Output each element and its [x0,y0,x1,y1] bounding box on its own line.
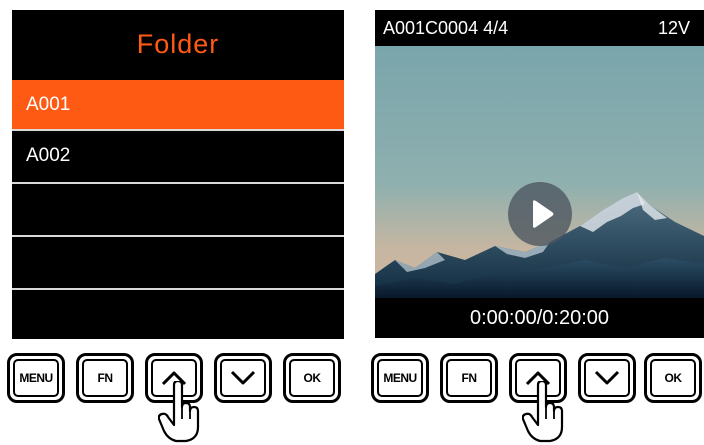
fn-button[interactable]: FN [76,353,134,403]
ok-button[interactable]: OK [283,353,341,403]
down-button[interactable] [578,353,636,403]
hand-pointer-icon [158,381,200,443]
play-icon [533,200,554,228]
mountain-landscape-image [375,46,704,298]
folder-screen: Folder A001 A002 [12,10,344,339]
folder-item-a001[interactable]: A001 [12,80,344,129]
menu-button[interactable]: MENU [7,353,65,403]
folder-item-empty[interactable] [12,184,344,233]
video-thumbnail [375,46,704,298]
clip-name: A001C0004 4/4 [383,18,509,38]
menu-button-label: MENU [383,371,417,385]
chevron-down-icon [594,370,620,385]
menu-button-label: MENU [19,371,53,385]
fn-button[interactable]: FN [440,353,498,403]
folder-item-empty[interactable] [12,237,344,286]
fn-button-label: FN [461,371,478,385]
hand-pointer-icon [522,381,564,443]
voltage-indicator: 12V [657,18,690,38]
timecode-bar: 0:00:00/0:20:00 [375,298,704,338]
folder-title: Folder [136,29,220,59]
folder-item-a002[interactable]: A002 [12,131,344,180]
timecode: 0:00:00/0:20:00 [469,307,609,329]
ok-button[interactable]: OK [644,353,702,403]
play-button[interactable] [508,182,572,246]
menu-button[interactable]: MENU [371,353,429,403]
down-button[interactable] [214,353,272,403]
playback-top-bar: A001C0004 4/4 12V [375,10,704,46]
folder-item-empty[interactable] [12,290,344,339]
fn-button-label: FN [97,371,114,385]
ok-button-label: OK [303,371,322,385]
chevron-down-icon [230,370,256,385]
ok-button-label: OK [664,371,683,385]
playback-screen: A001C0004 4/4 12V 0:00:00/0:20:00 [375,10,704,338]
